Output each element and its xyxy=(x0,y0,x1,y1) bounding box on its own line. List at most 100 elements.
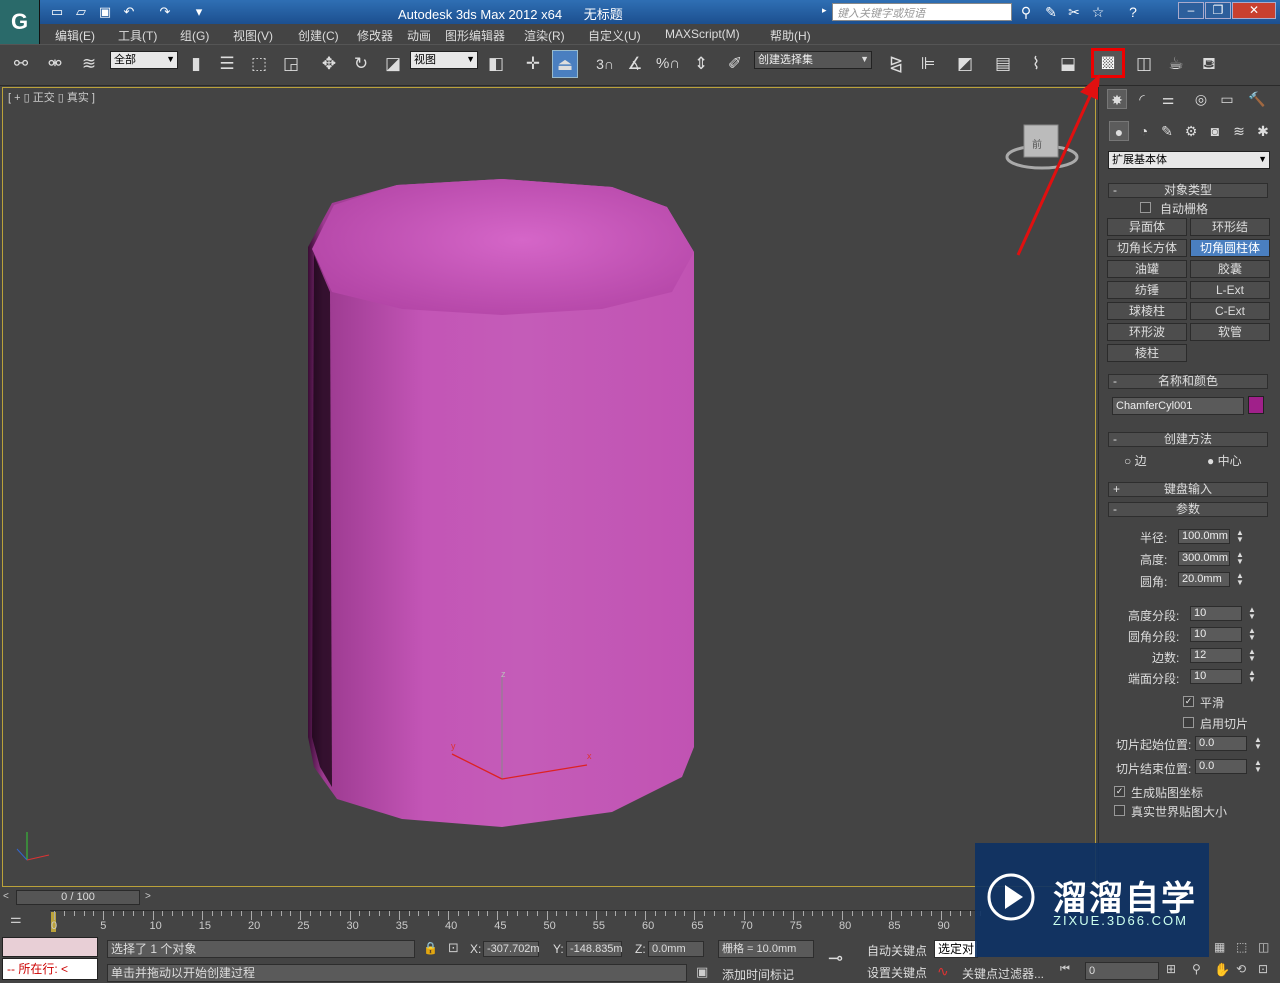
unlink-icon[interactable]: ⚮ xyxy=(42,50,68,78)
torus-knot-button[interactable]: 环形结 xyxy=(1190,218,1270,236)
shapes-icon[interactable]: ◔ xyxy=(1134,121,1154,141)
mini-curve-editor-icon[interactable]: ⚌ xyxy=(10,911,22,927)
pivot-center-icon[interactable]: ◧ xyxy=(483,50,509,78)
mirror-icon[interactable]: ⧎ xyxy=(883,50,909,78)
cap-segs-input[interactable]: 10 xyxy=(1190,669,1242,684)
menu-customize[interactable]: 自定义(U) xyxy=(588,27,641,44)
chamfer-box-button[interactable]: 切角长方体 xyxy=(1107,239,1187,257)
time-tag-icon[interactable]: ▣ xyxy=(696,964,708,980)
binoculars-icon[interactable]: ⚲ xyxy=(1015,3,1037,21)
menu-create[interactable]: 创建(C) xyxy=(298,27,339,44)
search-expand-icon[interactable]: ▸ xyxy=(822,5,827,16)
communication-center-icon[interactable]: ✎ xyxy=(1040,3,1062,21)
render-iterative-icon[interactable]: ⛾ xyxy=(1196,50,1222,78)
prism-button[interactable]: 棱柱 xyxy=(1107,344,1187,362)
maxscript-listener-mini[interactable] xyxy=(2,937,98,957)
slice-to-spinner[interactable]: ▲ ▼ xyxy=(1253,759,1263,774)
save-file-icon[interactable]: ▣ xyxy=(96,3,114,20)
new-file-icon[interactable]: ▭ xyxy=(48,3,66,20)
zoom-icon[interactable]: ⚲ xyxy=(1192,962,1201,976)
sides-input[interactable]: 12 xyxy=(1190,648,1242,663)
fillet-segs-spinner[interactable]: ▲ ▼ xyxy=(1247,627,1257,642)
center-radio[interactable]: ● 中心 xyxy=(1207,452,1242,469)
menu-graph-editors[interactable]: 图形编辑器 xyxy=(445,27,505,44)
spinner-snap-icon[interactable]: ⇕ xyxy=(688,50,714,78)
time-slider[interactable]: 0 / 100 xyxy=(16,890,140,905)
height-input[interactable]: 300.0mm xyxy=(1178,551,1230,566)
chamfer-cylinder-button[interactable]: 切角圆柱体 xyxy=(1190,239,1270,257)
named-selection-dropdown[interactable]: 创建选择集 ▼ xyxy=(754,51,872,69)
cameras-icon[interactable]: ⚙ xyxy=(1181,121,1201,141)
maximize-button[interactable]: ❐ xyxy=(1205,2,1231,19)
space-warps-icon[interactable]: ≋ xyxy=(1229,121,1249,141)
hedra-button[interactable]: 异面体 xyxy=(1107,218,1187,236)
modify-tab-icon[interactable]: ◜ xyxy=(1132,89,1152,109)
app-logo-icon[interactable]: G xyxy=(0,0,40,44)
slice-from-spinner[interactable]: ▲ ▼ xyxy=(1253,736,1263,751)
scale-icon[interactable]: ◪ xyxy=(380,50,406,78)
height-segs-input[interactable]: 10 xyxy=(1190,606,1242,621)
quick-access-dropdown-icon[interactable]: ▾ xyxy=(190,3,208,20)
name-color-rollout-header[interactable]: - 名称和颜色 xyxy=(1108,374,1268,389)
geometry-icon[interactable]: ● xyxy=(1109,121,1129,141)
time-slider-next-icon[interactable]: > xyxy=(145,891,151,902)
hierarchy-tab-icon[interactable]: ⚌ xyxy=(1158,89,1178,109)
gengon-button[interactable]: 球棱柱 xyxy=(1107,302,1187,320)
smooth-checkbox[interactable]: ✓ xyxy=(1183,696,1194,707)
real-world-checkbox[interactable] xyxy=(1114,805,1125,816)
object-name-input[interactable]: ChamferCyl001 xyxy=(1112,397,1244,415)
systems-icon[interactable]: ✱ xyxy=(1253,121,1273,141)
align-icon[interactable]: ⊫ xyxy=(915,50,941,78)
bind-space-warp-icon[interactable]: ≋ xyxy=(76,50,102,78)
radius-spinner[interactable]: ▲ ▼ xyxy=(1235,529,1245,544)
oil-tank-button[interactable]: 油罐 xyxy=(1107,260,1187,278)
link-icon[interactable]: ⚯ xyxy=(8,50,34,78)
redo-icon[interactable]: ↷ xyxy=(156,3,174,20)
height-spinner[interactable]: ▲ ▼ xyxy=(1235,551,1245,566)
render-production-icon[interactable]: ☕ xyxy=(1163,50,1189,78)
script-line-field[interactable]: -- 所在行: < xyxy=(2,958,98,980)
fillet-segs-input[interactable]: 10 xyxy=(1190,627,1242,642)
rendered-frame-window-icon[interactable]: ◫ xyxy=(1131,50,1157,78)
menu-rendering[interactable]: 渲染(R) xyxy=(524,27,565,44)
select-manipulate-icon[interactable]: ✛ xyxy=(520,50,546,78)
maximize-viewport-icon[interactable]: ⊡ xyxy=(1258,962,1268,976)
y-coord-field[interactable]: -148.835m xyxy=(566,941,623,957)
creation-method-rollout-header[interactable]: - 创建方法 xyxy=(1108,432,1268,447)
snaps-toggle-icon[interactable]: 3∩ xyxy=(592,50,618,78)
display-tab-icon[interactable]: ▭ xyxy=(1217,89,1237,109)
undo-icon[interactable]: ↶ xyxy=(120,3,138,20)
menu-tools[interactable]: 工具(T) xyxy=(118,27,157,44)
key-mode-icon[interactable]: ∿ xyxy=(937,963,949,980)
zoom-extents-icon[interactable]: ⬚ xyxy=(1236,940,1247,954)
z-coord-field[interactable]: 0.0mm xyxy=(648,941,704,957)
c-ext-button[interactable]: C-Ext xyxy=(1190,302,1270,320)
edge-radio[interactable]: ○ 边 xyxy=(1124,452,1147,469)
create-tab-icon[interactable]: ✸ xyxy=(1107,89,1127,109)
capsule-button[interactable]: 胶囊 xyxy=(1190,260,1270,278)
category-dropdown[interactable]: 扩展基本体 ▼ xyxy=(1108,151,1270,169)
select-by-name-icon[interactable]: ☰ xyxy=(214,50,240,78)
keyboard-shortcut-override-icon[interactable]: ⏏ xyxy=(552,50,578,78)
edit-named-selection-icon[interactable]: ✐ xyxy=(722,50,748,78)
hose-button[interactable]: 软管 xyxy=(1190,323,1270,341)
reference-coordinate-dropdown[interactable]: 视图 ▼ xyxy=(410,51,478,69)
set-key-icon[interactable]: ⊸ xyxy=(828,948,843,969)
cap-segs-spinner[interactable]: ▲ ▼ xyxy=(1247,669,1257,684)
field-of-view-icon[interactable]: ◫ xyxy=(1258,940,1269,954)
slice-from-input[interactable]: 0.0 xyxy=(1195,736,1247,751)
select-object-icon[interactable]: ▮ xyxy=(183,50,209,78)
l-ext-button[interactable]: L-Ext xyxy=(1190,281,1270,299)
selection-lock-icon[interactable]: 🔒 xyxy=(423,941,438,955)
rectangular-selection-icon[interactable]: ⬚ xyxy=(246,50,272,78)
menu-edit[interactable]: 编辑(E) xyxy=(55,27,95,44)
orbit-icon[interactable]: ⟲ xyxy=(1236,962,1246,976)
helpers-icon[interactable]: ◙ xyxy=(1205,121,1225,141)
slice-on-checkbox[interactable] xyxy=(1183,717,1194,728)
favorites-star-icon[interactable]: ☆ xyxy=(1087,3,1109,21)
add-time-tag[interactable]: 添加时间标记 xyxy=(722,966,794,983)
menu-group[interactable]: 组(G) xyxy=(180,27,209,44)
help-icon[interactable]: ? xyxy=(1122,3,1144,21)
close-button[interactable]: ✕ xyxy=(1232,2,1276,19)
x-coord-field[interactable]: -307.702m xyxy=(483,941,540,957)
